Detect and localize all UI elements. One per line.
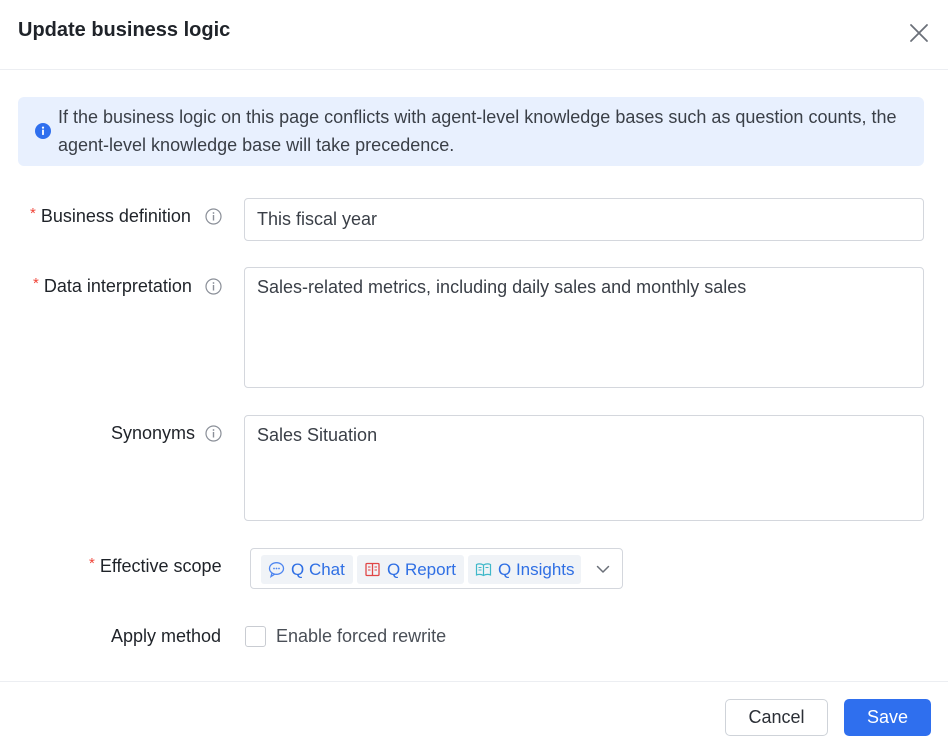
business-definition-input[interactable] <box>244 198 924 241</box>
info-circle-icon[interactable] <box>205 425 222 442</box>
dialog-header: Update business logic <box>0 0 948 70</box>
synonyms-textarea[interactable]: Sales Situation <box>244 415 924 521</box>
dialog-title: Update business logic <box>18 19 231 41</box>
tag-q-chat[interactable]: Q Chat <box>261 555 353 584</box>
notice-text: If the business logic on this page confl… <box>58 107 897 155</box>
required-mark: * <box>30 205 36 222</box>
apply-method-label: Apply method <box>111 626 222 646</box>
forced-rewrite-label[interactable]: Enable forced rewrite <box>276 626 446 647</box>
tag-q-report[interactable]: Q Report <box>357 555 464 584</box>
tag-label: Q Insights <box>498 559 575 579</box>
book-icon <box>475 563 492 577</box>
close-icon[interactable] <box>906 20 932 46</box>
cancel-button[interactable]: Cancel <box>725 699 828 736</box>
info-circle-icon[interactable] <box>205 208 222 225</box>
chat-icon <box>268 562 285 578</box>
data-interpretation-textarea[interactable]: Sales-related metrics, including daily s… <box>244 267 924 388</box>
dialog-footer: Cancel Save <box>0 681 948 754</box>
effective-scope-label: * Effective scope <box>89 555 222 576</box>
forced-rewrite-checkbox[interactable] <box>245 626 266 647</box>
synonyms-label: Synonyms <box>111 423 196 443</box>
business-definition-label: * Business definition <box>30 205 191 226</box>
tag-label: Q Chat <box>291 559 345 579</box>
update-business-logic-dialog: Update business logic If the business lo… <box>0 0 948 754</box>
data-interpretation-label: * Data interpretation <box>33 275 192 296</box>
required-mark: * <box>33 275 39 292</box>
effective-scope-select[interactable]: Q Chat Q Report Q Insights <box>250 548 623 589</box>
report-icon <box>365 562 380 577</box>
chevron-down-icon[interactable] <box>595 561 611 577</box>
info-icon <box>35 123 51 139</box>
required-mark: * <box>89 555 95 572</box>
tag-q-insights[interactable]: Q Insights <box>468 555 581 584</box>
info-notice: If the business logic on this page confl… <box>18 97 924 166</box>
tag-label: Q Report <box>387 559 456 579</box>
info-circle-icon[interactable] <box>205 278 222 295</box>
save-button[interactable]: Save <box>844 699 931 736</box>
